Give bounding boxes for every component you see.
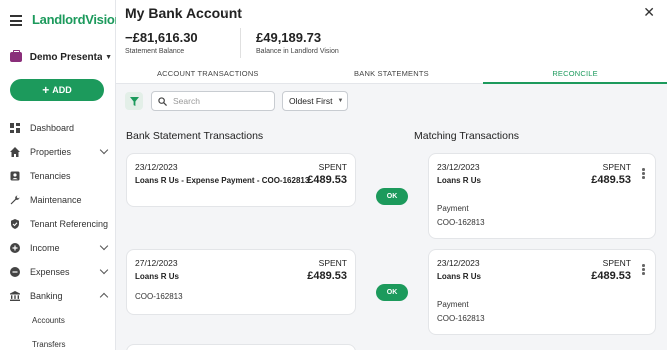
- tab-bar: ACCOUNT TRANSACTIONS BANK STATEMENTS REC…: [116, 62, 667, 84]
- ok-button[interactable]: OK: [376, 284, 408, 301]
- transaction-type: SPENT: [318, 162, 347, 172]
- plus-circle-icon: [10, 243, 20, 253]
- sidebar-item-income[interactable]: Income: [0, 236, 116, 260]
- bank-transaction-card[interactable]: [126, 344, 356, 350]
- transaction-category: Payment: [437, 204, 469, 213]
- transaction-amount: £489.53: [591, 270, 631, 282]
- sidebar-item-label: Maintenance: [30, 195, 82, 205]
- sidebar: LandlordVision Demo Presentati... ▼ + AD…: [0, 0, 122, 350]
- matching-transactions-heading: Matching Transactions: [414, 130, 520, 142]
- dashboard-icon: [10, 123, 20, 133]
- wrench-icon: [10, 195, 20, 205]
- sidebar-item-label: Dashboard: [30, 123, 75, 133]
- transaction-type: SPENT: [602, 258, 631, 268]
- lv-balance-value: £49,189.73: [256, 30, 322, 45]
- caret-down-icon: ▼: [337, 98, 344, 104]
- sidebar-item-expenses[interactable]: Expenses: [0, 260, 116, 284]
- tab-account-transactions[interactable]: ACCOUNT TRANSACTIONS: [116, 62, 300, 83]
- chevron-up-icon[interactable]: [99, 292, 109, 302]
- sidebar-item-tenant-referencing[interactable]: Tenant Referencing: [0, 212, 116, 236]
- sidebar-item-label: Properties: [30, 147, 72, 157]
- divider: [240, 28, 241, 58]
- landlordvision-logo[interactable]: LandlordVision: [32, 12, 122, 27]
- sidebar-item-label: Income: [30, 243, 60, 253]
- more-options-icon[interactable]: [642, 264, 645, 276]
- statement-balance: −£81,616.30 Statement Balance: [125, 30, 198, 55]
- bank-transaction-card[interactable]: 23/12/2023 SPENT Loans R Us - Expense Pa…: [126, 153, 356, 207]
- sidebar-item-maintenance[interactable]: Maintenance: [0, 188, 116, 212]
- tab-bank-statements[interactable]: BANK STATEMENTS: [300, 62, 484, 83]
- sidebar-item-label: Tenancies: [30, 171, 71, 181]
- transaction-payee: Loans R Us: [135, 272, 180, 281]
- matching-transaction-card[interactable]: 23/12/2023 SPENT Loans R Us £489.53 Paym…: [428, 153, 656, 239]
- transaction-category: Payment: [437, 300, 469, 309]
- transaction-reference: COO-162813: [135, 292, 183, 301]
- transaction-reference: COO-162813: [437, 218, 485, 227]
- transaction-date: 23/12/2023: [437, 258, 480, 268]
- statement-balance-label: Statement Balance: [125, 48, 185, 55]
- bank-icon: [10, 291, 20, 301]
- chevron-down-icon[interactable]: [99, 241, 109, 251]
- sort-select[interactable]: Oldest First ▼: [282, 91, 348, 111]
- transaction-payee: Loans R Us: [437, 176, 482, 185]
- transaction-date: 23/12/2023: [437, 162, 480, 172]
- account-header: My Bank Account ▼ ✕ −£81,616.30 Statemen…: [116, 0, 667, 62]
- lv-balance-label: Balance in Landlord Vision: [256, 48, 339, 55]
- bank-transaction-card[interactable]: 27/12/2023 SPENT Loans R Us £489.53 COO-…: [126, 249, 356, 315]
- sidebar-item-label: Banking: [30, 291, 63, 301]
- organisation-switcher[interactable]: Demo Presentati... ▼: [10, 50, 112, 64]
- tab-reconcile[interactable]: RECONCILE: [483, 62, 667, 84]
- transaction-reference: COO-162813: [437, 314, 485, 323]
- search-box[interactable]: [151, 91, 275, 111]
- menu-icon[interactable]: [10, 15, 22, 26]
- sidebar-subitem-transfers[interactable]: Transfers: [0, 332, 116, 350]
- sidebar-item-banking[interactable]: Banking: [0, 284, 116, 308]
- chevron-down-icon[interactable]: [99, 265, 109, 275]
- sidebar-item-dashboard[interactable]: Dashboard: [0, 116, 116, 140]
- transaction-date: 27/12/2023: [135, 258, 178, 268]
- home-icon: [10, 147, 20, 157]
- transaction-type: SPENT: [602, 162, 631, 172]
- sidebar-item-tenancies[interactable]: Tenancies: [0, 164, 116, 188]
- transaction-type: SPENT: [318, 258, 347, 268]
- plus-icon: +: [42, 83, 50, 97]
- shield-icon: [10, 219, 20, 229]
- sidebar-item-label: Tenant Referencing: [30, 219, 109, 229]
- sort-select-value: Oldest First: [289, 96, 333, 106]
- add-button[interactable]: + ADD: [10, 79, 104, 101]
- caret-down-icon[interactable]: ▼: [223, 10, 229, 16]
- sidebar-nav: Dashboard Properties Tenancies Maintenan…: [0, 116, 116, 350]
- matching-transaction-card[interactable]: 23/12/2023 SPENT Loans R Us £489.53 Paym…: [428, 249, 656, 335]
- transaction-amount: £489.53: [307, 174, 347, 186]
- search-icon: [158, 96, 167, 106]
- caret-down-icon: ▼: [105, 53, 112, 61]
- search-input[interactable]: [173, 96, 273, 106]
- transaction-amount: £489.53: [307, 270, 347, 282]
- transaction-payee: Loans R Us - Expense Payment - COO-16281…: [135, 176, 310, 185]
- sidebar-item-properties[interactable]: Properties: [0, 140, 116, 164]
- filter-button[interactable]: [125, 92, 143, 110]
- statement-balance-value: −£81,616.30: [125, 30, 198, 45]
- organisation-name: Demo Presentati...: [29, 51, 103, 63]
- contact-icon: [10, 171, 20, 181]
- transaction-amount: £489.53: [591, 174, 631, 186]
- transaction-date: 23/12/2023: [135, 162, 178, 172]
- minus-circle-icon: [10, 267, 20, 277]
- chevron-down-icon[interactable]: [99, 145, 109, 155]
- transaction-payee: Loans R Us: [437, 272, 482, 281]
- add-button-label: ADD: [52, 85, 72, 95]
- sidebar-subitem-accounts[interactable]: Accounts: [0, 308, 116, 332]
- more-options-icon[interactable]: [642, 168, 645, 180]
- lv-balance: £49,189.73 Balance in Landlord Vision: [256, 30, 339, 55]
- close-icon[interactable]: ✕: [643, 5, 655, 19]
- briefcase-icon: [10, 50, 22, 62]
- filter-icon: [129, 96, 139, 106]
- ok-button[interactable]: OK: [376, 188, 408, 205]
- bank-statement-transactions-heading: Bank Statement Transactions: [126, 130, 264, 142]
- sidebar-item-label: Expenses: [30, 267, 70, 277]
